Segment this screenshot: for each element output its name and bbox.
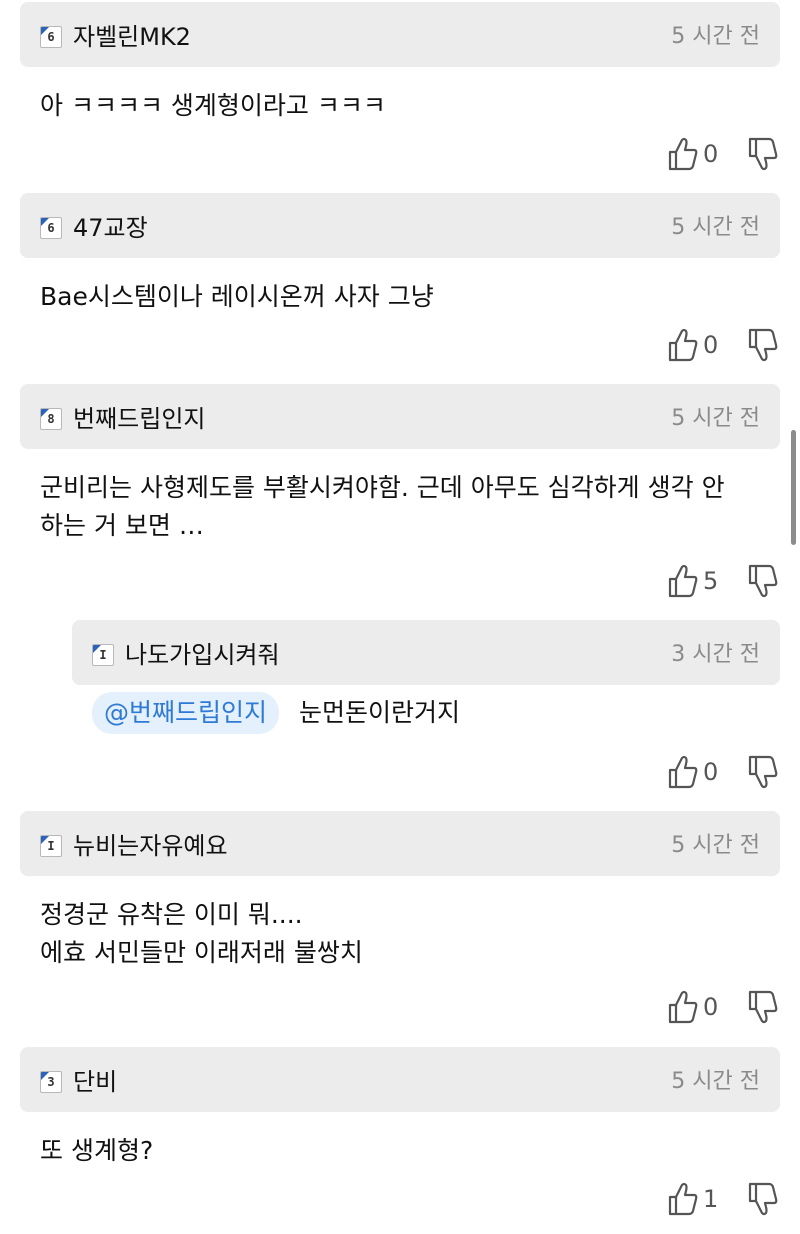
vote-actions: 0 [668, 328, 778, 362]
level-number: 3 [47, 1075, 55, 1089]
thumbs-down-icon[interactable] [748, 990, 778, 1024]
comment-timestamp: 5 시간 전 [671, 406, 760, 431]
comment-text: 또 생계형? [40, 1136, 154, 1165]
author-nickname[interactable]: 자벨린MK2 [73, 22, 191, 52]
level-badge-icon: 3 [40, 1071, 62, 1093]
like-count: 0 [703, 331, 719, 359]
comment-header: 8 번째드립인지 5 시간 전 [20, 384, 780, 449]
level-number: 6 [47, 30, 55, 44]
comment-header: I 나도가입시켜줘 3 시간 전 [72, 620, 780, 685]
thumbs-up-icon[interactable] [668, 137, 698, 171]
level-number: I [99, 648, 107, 662]
thumbs-down-icon[interactable] [748, 328, 778, 362]
vote-actions: 0 [668, 755, 778, 789]
thumbs-up-icon[interactable] [668, 755, 698, 789]
author-nickname[interactable]: 뉴비는자유예요 [73, 831, 228, 861]
comment-timestamp: 5 시간 전 [671, 833, 760, 858]
comment-text: 군비리는 사형제도를 부활시켜야함. 근데 아무도 심각하게 생각 안 하는 거… [40, 473, 725, 540]
like-count: 5 [703, 567, 719, 595]
author-nickname[interactable]: 47교장 [73, 213, 148, 243]
mention-tag[interactable]: @번째드립인지 [92, 692, 280, 734]
thumbs-down-icon[interactable] [748, 137, 778, 171]
thumbs-up-icon[interactable] [668, 328, 698, 362]
like-count: 1 [703, 1185, 719, 1213]
comment-timestamp: 5 시간 전 [671, 24, 760, 49]
thumbs-up-icon[interactable] [668, 564, 698, 598]
vote-actions: 5 [668, 564, 778, 598]
thumbs-up-icon[interactable] [668, 990, 698, 1024]
level-number: 8 [47, 412, 55, 426]
like-count: 0 [703, 993, 719, 1021]
like-count: 0 [703, 140, 719, 168]
level-number: 6 [47, 221, 55, 235]
vote-actions: 0 [668, 137, 778, 171]
comment-text: 눈먼돈이란거지 [299, 698, 461, 727]
vote-actions: 0 [668, 990, 778, 1024]
thumbs-up-icon[interactable] [668, 1182, 698, 1216]
comment-text: 아 ㅋㅋㅋㅋ 생계형이라고 ㅋㅋㅋ [40, 91, 386, 120]
level-badge-icon: I [40, 835, 62, 857]
author-nickname[interactable]: 번째드립인지 [73, 404, 205, 434]
level-badge-icon: 6 [40, 217, 62, 239]
comment-header: 6 자벨린MK2 5 시간 전 [20, 2, 780, 67]
comment-list: 6 자벨린MK2 5 시간 전 아 ㅋㅋㅋㅋ 생계형이라고 ㅋㅋㅋ 0 6 47… [0, 0, 800, 1234]
level-badge-icon: I [92, 644, 114, 666]
comment-timestamp: 5 시간 전 [671, 215, 760, 240]
author-nickname[interactable]: 나도가입시켜줘 [125, 640, 280, 670]
level-badge-icon: 8 [40, 408, 62, 430]
comment-timestamp: 3 시간 전 [671, 642, 760, 667]
comment-body: @번째드립인지 눈먼돈이란거지 [92, 692, 800, 734]
level-badge-icon: 6 [40, 26, 62, 48]
vote-actions: 1 [668, 1182, 778, 1216]
author-nickname[interactable]: 단비 [73, 1067, 117, 1097]
comment-text: 정경군 유착은 이미 뭐.... 에효 서민들만 이래저래 불쌍치 [40, 900, 363, 967]
thumbs-down-icon[interactable] [748, 755, 778, 789]
comment-header: I 뉴비는자유예요 5 시간 전 [20, 811, 780, 876]
comment-header: 6 47교장 5 시간 전 [20, 193, 780, 258]
comment-text: Bae시스템이나 레이시온꺼 사자 그냥 [40, 282, 434, 311]
comment-header: 3 단비 5 시간 전 [20, 1047, 780, 1112]
thumbs-down-icon[interactable] [748, 564, 778, 598]
like-count: 0 [703, 758, 719, 786]
comment-timestamp: 5 시간 전 [671, 1069, 760, 1094]
thumbs-down-icon[interactable] [748, 1182, 778, 1216]
scrollbar[interactable] [791, 430, 796, 545]
level-number: I [47, 839, 55, 853]
